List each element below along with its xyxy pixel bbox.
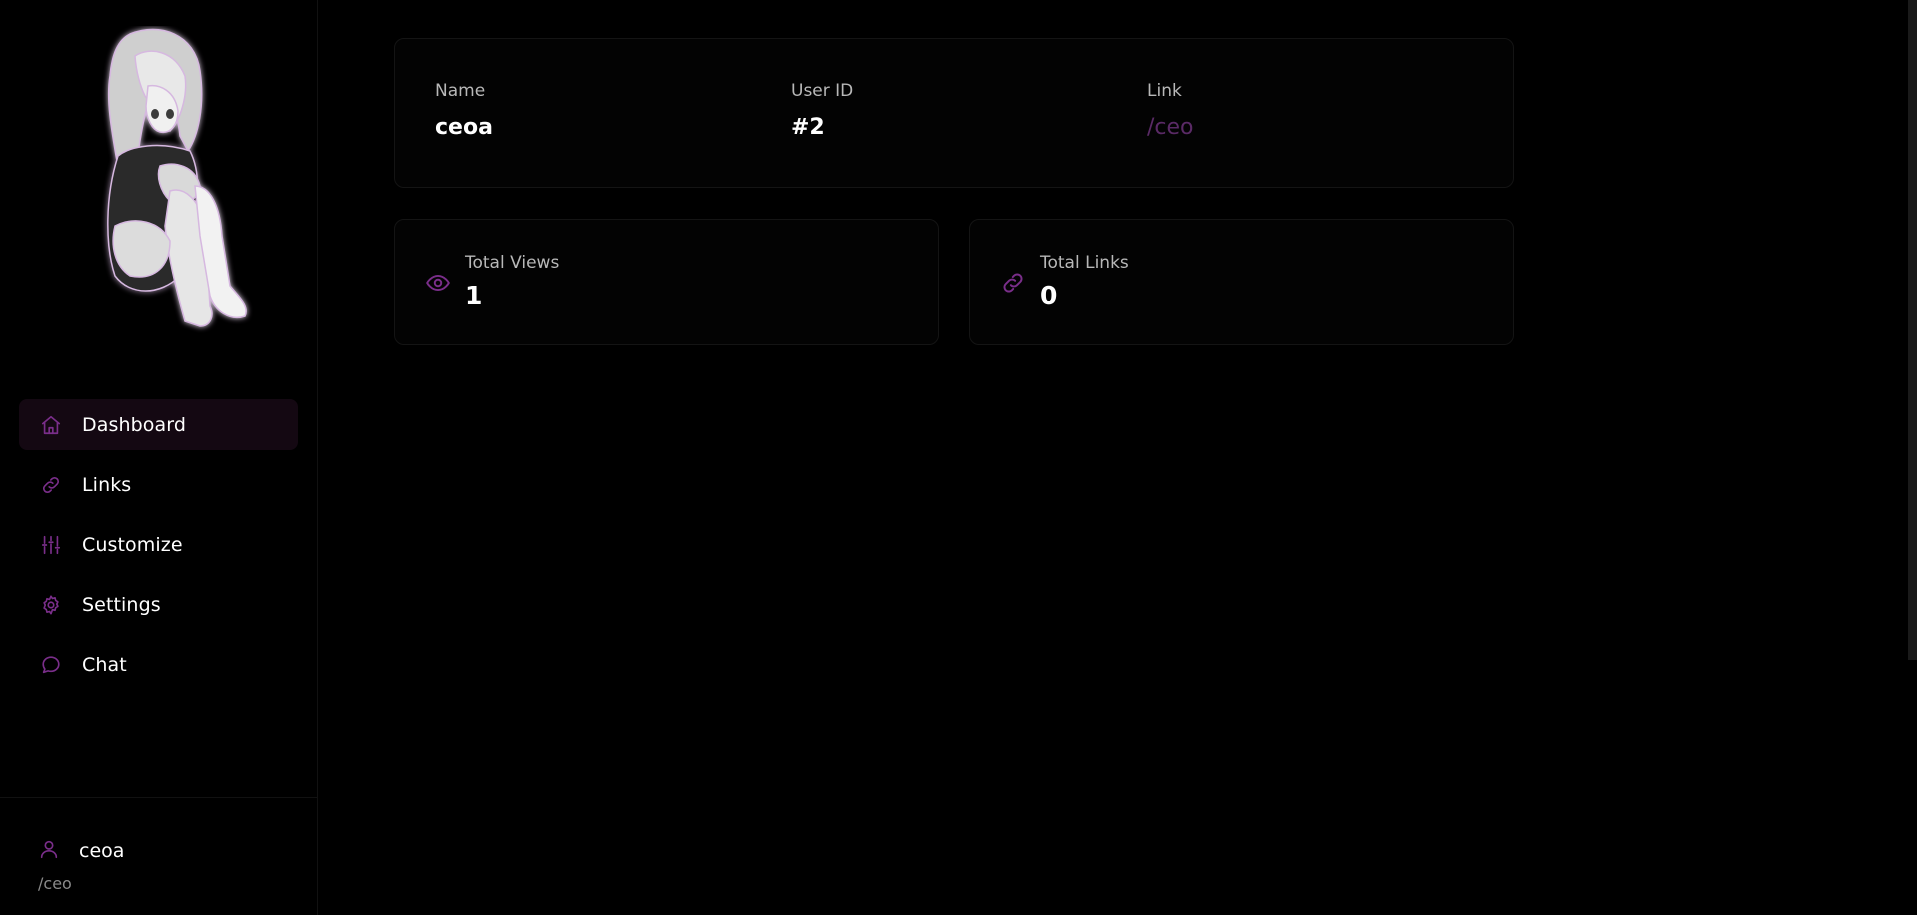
name-label: Name: [435, 81, 486, 101]
sidebar-item-label: Links: [82, 473, 132, 496]
user-name: ceoa: [79, 840, 125, 862]
link-field: Link /ceo: [1147, 81, 1194, 140]
link-icon: [39, 473, 63, 497]
userid-value: #2: [791, 115, 825, 140]
sidebar-item-label: Customize: [82, 533, 183, 556]
name-field: Name ceoa: [435, 81, 493, 140]
total-views-label: Total Views: [465, 253, 560, 273]
total-views-value: 1: [465, 281, 483, 310]
sidebar-item-label: Dashboard: [82, 413, 186, 436]
name-value: ceoa: [435, 115, 493, 140]
total-links-value: 0: [1040, 281, 1058, 310]
home-icon: [39, 413, 63, 437]
link-icon: [1000, 270, 1026, 296]
total-links-card: Total Links 0: [969, 219, 1514, 345]
sidebar-item-dashboard[interactable]: Dashboard: [19, 399, 298, 450]
userid-field: User ID #2: [791, 81, 853, 140]
sidebar-item-chat[interactable]: Chat: [19, 639, 298, 690]
user-link: /ceo: [38, 874, 72, 893]
sidebar-item-links[interactable]: Links: [19, 459, 298, 510]
sidebar-nav: Dashboard Links Customize Settings Chat: [19, 399, 298, 699]
user-icon: [38, 838, 79, 864]
profile-link[interactable]: /ceo: [1147, 115, 1194, 140]
total-views-card: Total Views 1: [394, 219, 939, 345]
total-links-label: Total Links: [1040, 253, 1129, 273]
eye-icon: [425, 270, 451, 296]
link-label: Link: [1147, 81, 1182, 101]
anime-girl-logo: [60, 26, 300, 374]
sidebar-item-label: Chat: [82, 653, 127, 676]
user-profile[interactable]: ceoa /ceo: [38, 838, 124, 893]
page-scrollbar[interactable]: [1908, 0, 1917, 660]
gear-icon: [39, 593, 63, 617]
sidebar-item-settings[interactable]: Settings: [19, 579, 298, 630]
sidebar: Dashboard Links Customize Settings Chat …: [0, 0, 318, 915]
sidebar-item-label: Settings: [82, 593, 161, 616]
sliders-icon: [39, 533, 63, 557]
sidebar-item-customize[interactable]: Customize: [19, 519, 298, 570]
sidebar-divider: [0, 797, 318, 798]
profile-card: Name ceoa User ID #2 Link /ceo: [394, 38, 1514, 188]
chat-icon: [39, 653, 63, 677]
userid-label: User ID: [791, 81, 854, 101]
